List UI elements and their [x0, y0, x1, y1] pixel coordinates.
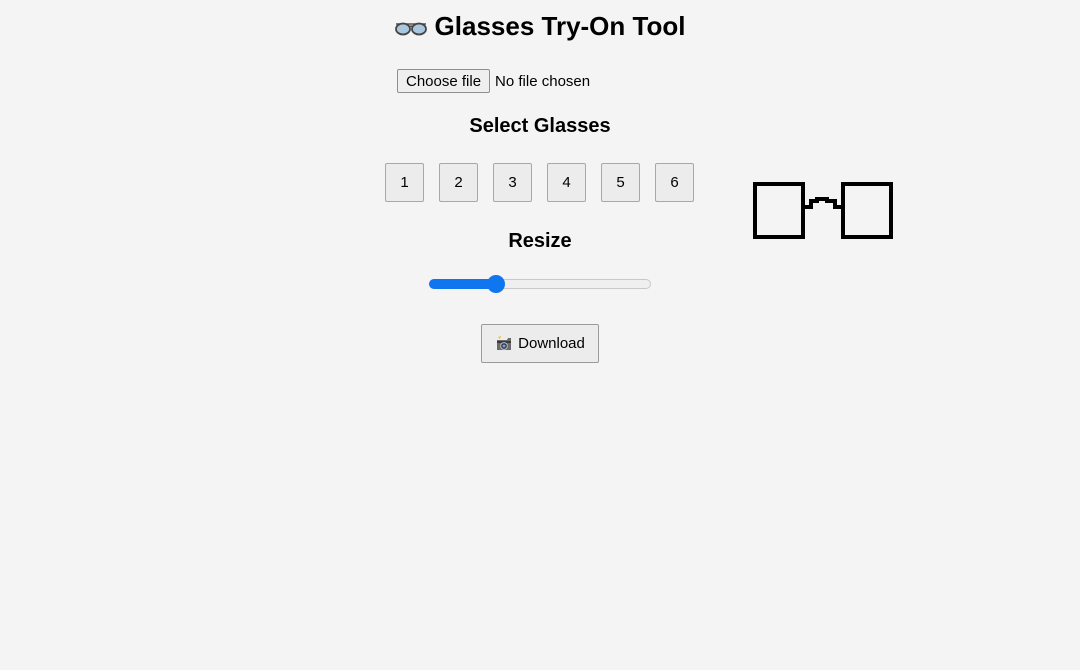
glasses-option-4[interactable]: 4	[547, 163, 586, 202]
glasses-option-3[interactable]: 3	[493, 163, 532, 202]
glasses-option-5[interactable]: 5	[601, 163, 640, 202]
page-title: Glasses Try-On Tool	[0, 8, 1080, 44]
select-glasses-heading: Select Glasses	[469, 115, 611, 137]
glasses-option-6[interactable]: 6	[655, 163, 694, 202]
camera-flash-icon	[495, 335, 513, 352]
file-status-text: No file chosen	[495, 72, 591, 90]
glasses-options: 1 2 3 4 5 6	[385, 163, 694, 202]
slider-fill	[429, 279, 496, 289]
download-label: Download	[518, 335, 585, 352]
eyeglasses-icon	[394, 20, 427, 36]
page: Glasses Try-On Tool Choose file No file …	[0, 0, 1080, 670]
download-button[interactable]: Download	[481, 324, 599, 363]
choose-file-button[interactable]: Choose file	[397, 69, 491, 93]
glasses-option-1[interactable]: 1	[385, 163, 424, 202]
page-title-text: Glasses Try-On Tool	[434, 11, 686, 41]
glasses-option-2[interactable]: 2	[439, 163, 478, 202]
file-upload: Choose file No file chosen	[397, 69, 590, 93]
slider-thumb[interactable]	[487, 275, 505, 293]
resize-heading: Resize	[508, 230, 572, 252]
resize-slider[interactable]	[429, 274, 651, 294]
